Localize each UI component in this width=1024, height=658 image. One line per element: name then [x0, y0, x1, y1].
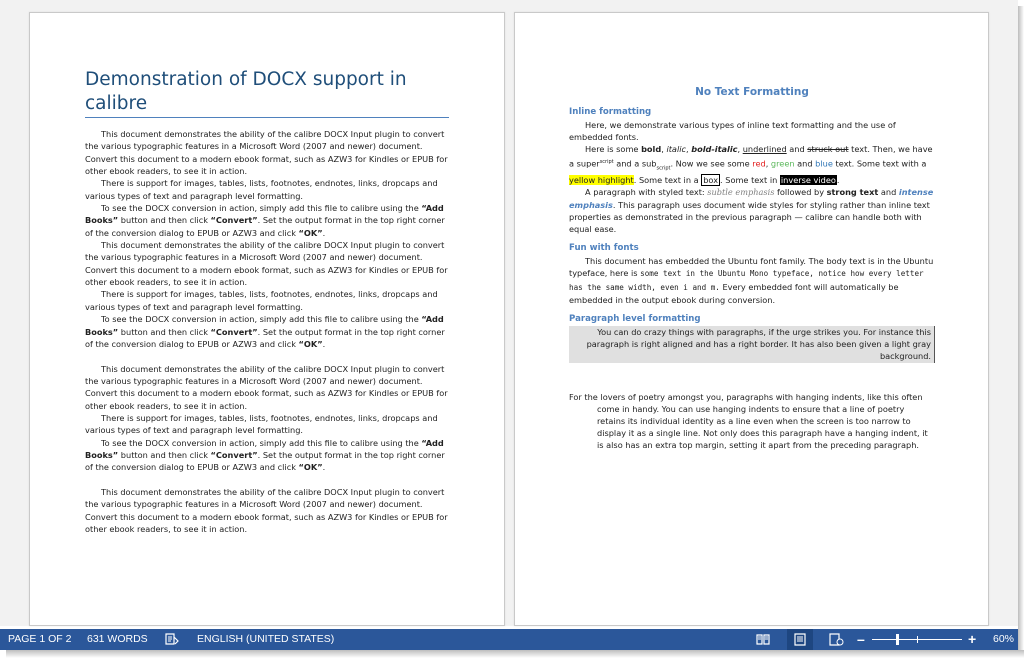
ok-text: “OK”: [298, 338, 323, 349]
text-run: To see the DOCX conversion in action, si…: [101, 437, 422, 448]
page-1-body: This document demonstrates the ability o…: [85, 128, 449, 535]
hanging-indent-paragraph: For the lovers of poetry amongst you, pa…: [569, 391, 928, 451]
red-text: red: [752, 158, 766, 169]
zoom-level[interactable]: 60%: [993, 629, 1014, 650]
green-text: green: [770, 158, 795, 169]
text-run: .: [322, 227, 326, 238]
document-title: Demonstration of DOCX support in calibre: [85, 69, 407, 114]
intro-paragraph: This document demonstrates the ability o…: [85, 129, 448, 177]
support-paragraph: There is support for images, tables, lis…: [85, 412, 438, 436]
text-run: and: [786, 144, 808, 155]
document-viewport[interactable]: Demonstration of DOCX support in calibre…: [0, 0, 1018, 626]
formatting-examples-paragraph: Here is some bold, italic, bold-italic, …: [569, 143, 935, 187]
text-run: Here is some: [585, 144, 642, 155]
read-mode-icon[interactable]: [756, 633, 770, 646]
intro-paragraph: This document demonstrates the ability o…: [85, 363, 448, 411]
ok-text: “OK”: [298, 462, 323, 473]
zoom-out-icon[interactable]: –: [857, 629, 865, 650]
superscript-text: script: [599, 158, 614, 165]
underlined-text: underlined: [742, 144, 787, 155]
zoom-slider-center-tick: [917, 636, 918, 643]
print-layout-icon[interactable]: [793, 633, 807, 646]
window-shadow-right: [1018, 6, 1024, 658]
fun-with-fonts-heading: Fun with fonts: [569, 243, 639, 254]
zoom-slider-thumb[interactable]: [896, 634, 899, 645]
convert-text: “Convert”: [210, 326, 258, 337]
text-run: button and then click: [118, 326, 211, 337]
inverse-video-text: inverse video: [779, 175, 837, 186]
text-run: and a sub: [613, 158, 657, 169]
intro-paragraph: This document demonstrates the ability o…: [85, 240, 448, 288]
inline-intro-paragraph: Here, we demonstrate various types of in…: [569, 120, 896, 143]
proofing-icon[interactable]: [164, 633, 180, 646]
fonts-paragraph: This document has embedded the Ubuntu fo…: [569, 255, 935, 306]
blue-text: blue: [815, 158, 833, 169]
word-count[interactable]: 631 WORDS: [87, 629, 148, 650]
convert-text: “Convert”: [210, 449, 258, 460]
subtle-emphasis-text: subtle emphasis: [707, 187, 775, 198]
text-run: button and then click: [118, 449, 211, 460]
text-run: . Some text in: [720, 175, 780, 186]
subscript-text: script: [656, 164, 671, 171]
text-run: . This paragraph uses document wide styl…: [569, 199, 930, 234]
conversion-paragraph: To see the DOCX conversion in action, si…: [85, 202, 449, 239]
inline-formatting-heading: Inline formatting: [569, 107, 652, 117]
styled-text-paragraph: A paragraph with styled text: subtle emp…: [569, 186, 935, 235]
italic-text: italic: [666, 144, 686, 155]
support-paragraph: There is support for images, tables, lis…: [85, 289, 438, 312]
bold-text: bold: [641, 144, 662, 155]
text-run: and: [794, 158, 816, 169]
struck-text: struck out: [807, 144, 849, 155]
zoom-in-icon[interactable]: +: [968, 629, 976, 650]
conversion-paragraph: To see the DOCX conversion in action, si…: [85, 313, 449, 350]
document-page-2[interactable]: No Text Formatting Inline formatting Her…: [514, 12, 989, 626]
boxed-text: box: [701, 174, 721, 187]
support-paragraph: There is support for images, tables, lis…: [85, 178, 438, 201]
text-run: text. Some text with a: [832, 158, 927, 169]
text-run: . Now we see some: [670, 158, 753, 169]
text-run: .: [322, 462, 326, 473]
text-run: button and then click: [118, 215, 211, 226]
right-aligned-gray-paragraph: You can do crazy things with paragraphs,…: [569, 326, 935, 363]
conversion-paragraph: To see the DOCX conversion in action, si…: [85, 437, 449, 474]
page-count[interactable]: PAGE 1 OF 2: [8, 629, 71, 650]
text-run: .: [322, 338, 326, 349]
document-page-1[interactable]: Demonstration of DOCX support in calibre…: [29, 12, 505, 626]
highlighted-text: yellow highlight: [569, 175, 634, 186]
page-2-body: No Text Formatting Inline formatting Her…: [569, 85, 935, 452]
text-run: . Some text in a: [633, 175, 702, 186]
text-run: To see the DOCX conversion in action, si…: [101, 314, 422, 325]
language-indicator[interactable]: ENGLISH (UNITED STATES): [197, 629, 334, 650]
paragraph-formatting-heading: Paragraph level formatting: [569, 314, 701, 325]
convert-text: “Convert”: [210, 215, 258, 226]
section-heading: No Text Formatting: [695, 86, 809, 98]
web-layout-icon[interactable]: [829, 633, 844, 646]
text-run: followed by: [774, 187, 827, 198]
bold-italic-text: bold-italic: [691, 144, 738, 155]
intro-paragraph: This document demonstrates the ability o…: [85, 486, 448, 534]
text-run: .: [836, 175, 840, 186]
text-run: and: [878, 187, 899, 198]
ok-text: “OK”: [298, 227, 323, 238]
window-shadow-bottom: [6, 650, 1024, 658]
title-underline: [85, 117, 449, 118]
strong-text: strong text: [826, 187, 879, 198]
text-run: To see the DOCX conversion in action, si…: [101, 203, 422, 214]
status-bar: PAGE 1 OF 2 631 WORDS ENGLISH (UNITED ST…: [0, 629, 1018, 650]
text-run: A paragraph with styled text:: [585, 187, 708, 198]
